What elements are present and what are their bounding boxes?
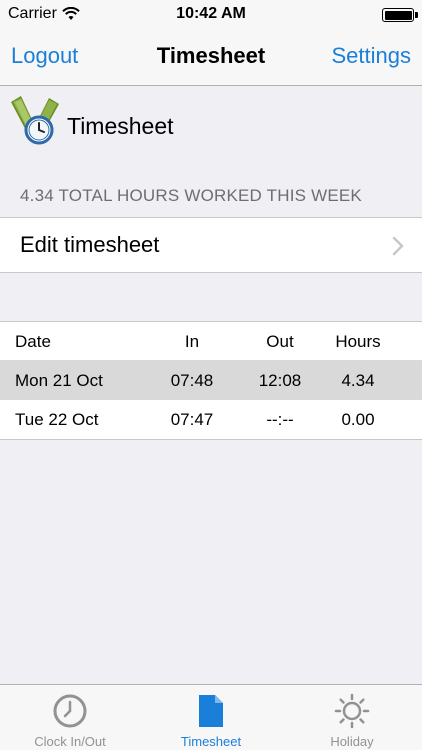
navigation-bar: Logout Timesheet Settings — [0, 30, 422, 86]
column-header-out: Out — [266, 332, 294, 351]
row-hours: 0.00 — [341, 410, 375, 429]
tab-clock-in-out[interactable]: Clock In/Out — [0, 685, 140, 750]
total-hours-label: 4.34 TOTAL HOURS WORKED THIS WEEK — [20, 186, 362, 205]
edit-timesheet-row[interactable]: Edit timesheet — [0, 217, 422, 273]
tab-timesheet[interactable]: Timesheet — [141, 685, 281, 750]
timesheet-logo-icon — [11, 96, 59, 145]
status-bar: Carrier 10:42 AM — [0, 0, 422, 30]
table-row[interactable]: Mon 21 Oct 07:48 12:08 4.34 — [0, 361, 422, 400]
tab-label: Timesheet — [180, 734, 242, 749]
row-date: Tue 22 Oct — [15, 410, 99, 429]
edit-timesheet-label: Edit timesheet — [20, 232, 160, 257]
row-in: 07:47 — [170, 410, 214, 429]
row-date: Mon 21 Oct — [15, 371, 103, 390]
chevron-right-icon — [392, 236, 404, 256]
battery-icon — [382, 8, 418, 22]
tab-label: Clock In/Out — [34, 734, 106, 749]
column-header-hours: Hours — [335, 332, 381, 351]
row-hours: 4.34 — [341, 371, 375, 390]
status-time: 10:42 AM — [176, 5, 246, 22]
document-icon — [199, 695, 223, 727]
tab-bar: Clock In/Out Timesheet Holiday — [0, 684, 422, 750]
app-header-title: Timesheet — [67, 112, 174, 139]
row-in: 07:48 — [170, 371, 214, 390]
column-header-date: Date — [15, 332, 51, 351]
table-row[interactable]: Tue 22 Oct 07:47 --:-- 0.00 — [0, 400, 422, 439]
tab-holiday[interactable]: Holiday — [282, 685, 422, 750]
sun-icon — [334, 693, 370, 729]
settings-button[interactable]: Settings — [332, 43, 412, 69]
table-header-row: Date In Out Hours — [0, 322, 422, 361]
row-out: 12:08 — [258, 371, 302, 390]
timesheet-table: Date In Out Hours Mon 21 Oct 07:48 12:08… — [0, 321, 422, 440]
row-out: --:-- — [266, 410, 294, 429]
app-header: Timesheet — [9, 90, 174, 150]
tab-label: Holiday — [330, 734, 374, 749]
column-header-in: In — [184, 332, 200, 351]
clock-icon — [53, 694, 87, 728]
